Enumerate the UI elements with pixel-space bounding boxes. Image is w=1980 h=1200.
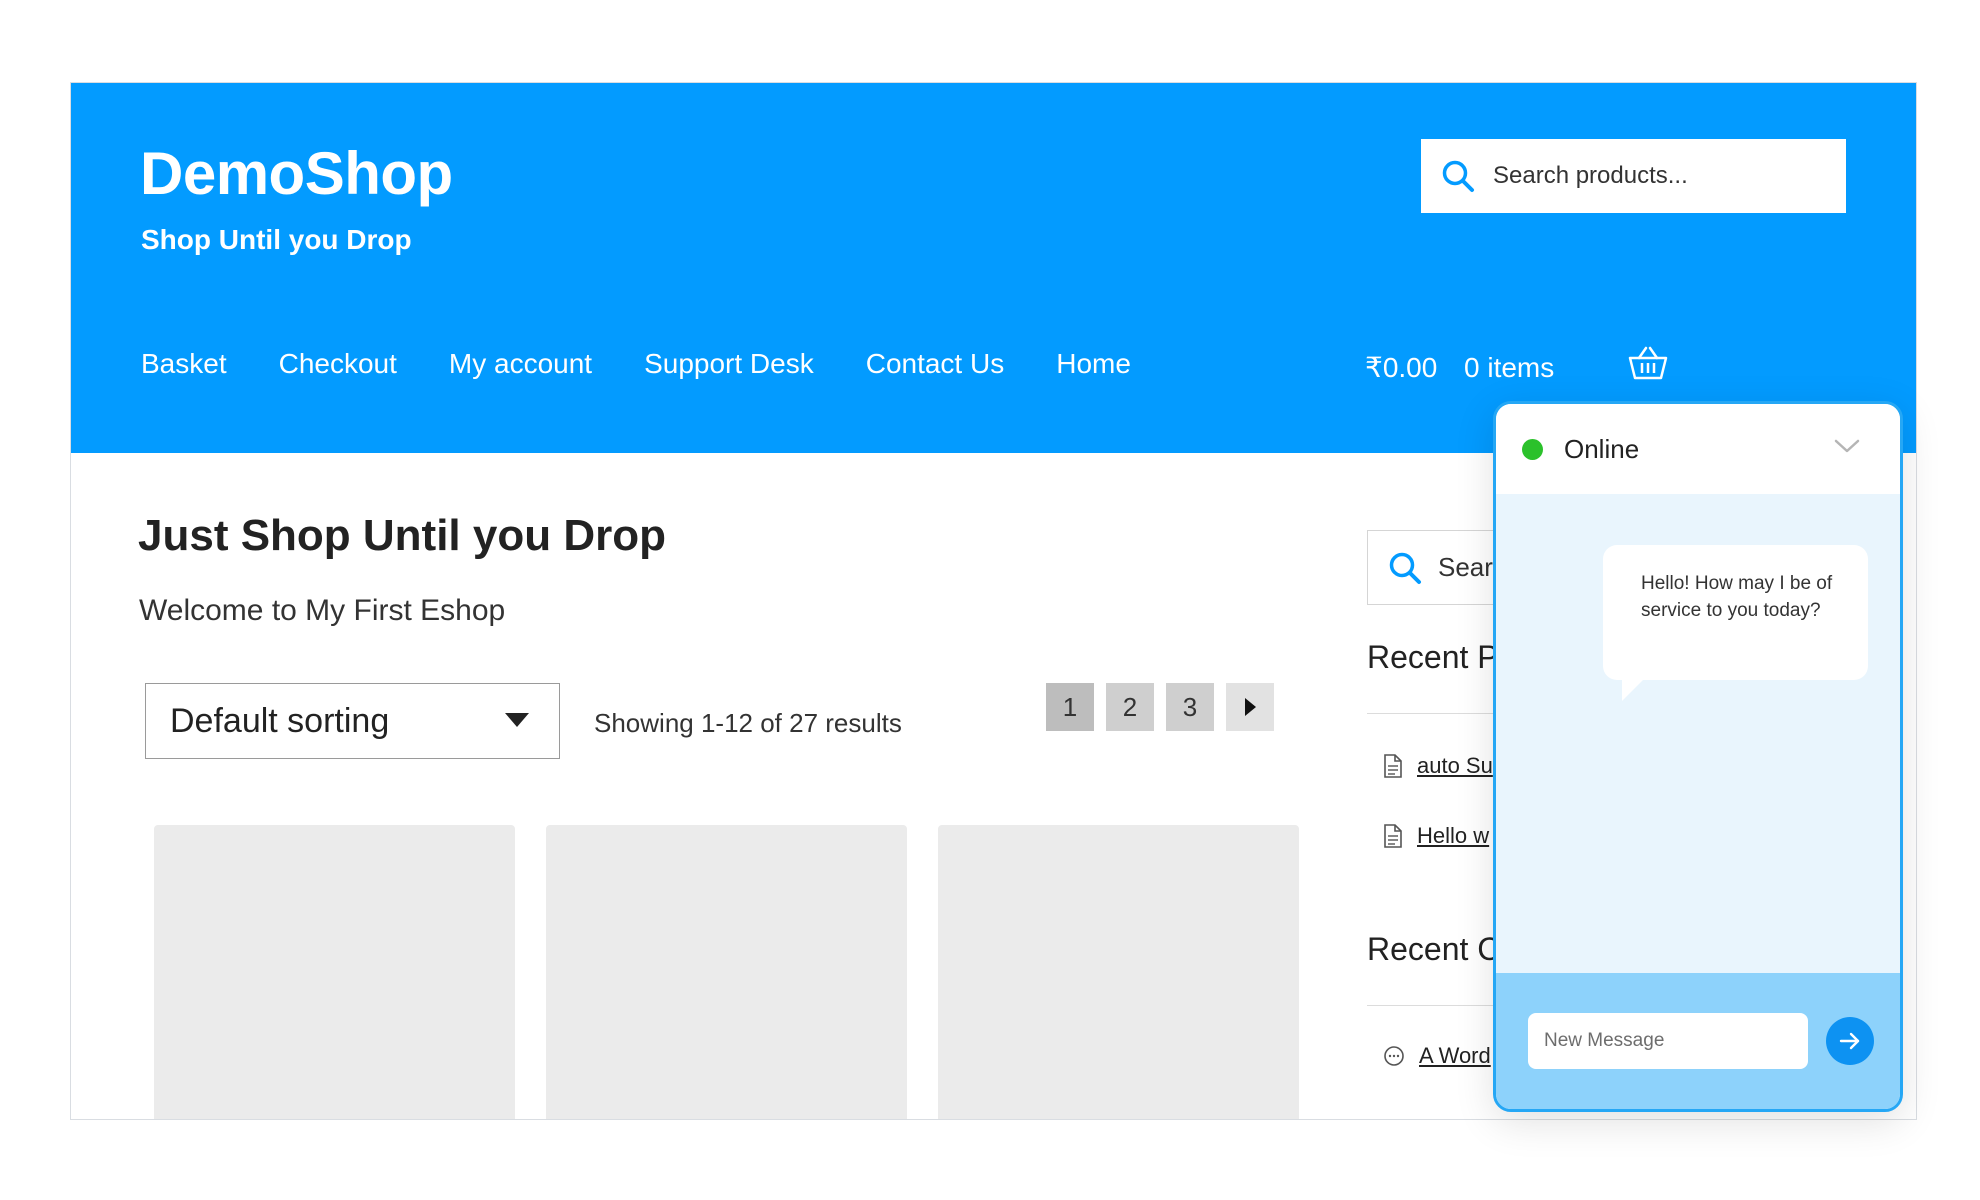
online-status-dot xyxy=(1522,438,1543,460)
chat-message-input[interactable] xyxy=(1528,1013,1808,1069)
chevron-down-icon[interactable] xyxy=(1834,438,1860,454)
next-page-button[interactable] xyxy=(1226,683,1274,731)
pagination: 1 2 3 xyxy=(1046,683,1286,731)
product-card-placeholder[interactable] xyxy=(546,825,907,1119)
result-count: Showing 1-12 of 27 results xyxy=(594,708,902,738)
recent-comment-item: A Word xyxy=(1383,1043,1491,1069)
sidebar-search-placeholder: Sear xyxy=(1438,552,1493,582)
chat-footer xyxy=(1496,973,1900,1109)
basket-icon[interactable] xyxy=(1627,345,1669,381)
site-tagline: Shop Until you Drop xyxy=(141,224,412,255)
nav-item-checkout[interactable]: Checkout xyxy=(279,348,397,380)
recent-posts-title: Recent P xyxy=(1367,639,1499,675)
page-2-button[interactable]: 2 xyxy=(1106,683,1154,731)
document-icon xyxy=(1384,824,1402,848)
play-arrow-icon xyxy=(1244,698,1256,716)
nav-item-support-desk[interactable]: Support Desk xyxy=(644,348,814,380)
comment-icon xyxy=(1384,1046,1404,1066)
search-icon xyxy=(1442,160,1474,192)
chat-status: Online xyxy=(1564,433,1640,464)
product-card-placeholder[interactable] xyxy=(154,825,515,1119)
nav-item-my-account[interactable]: My account xyxy=(449,348,592,380)
chat-widget: Online Hello! How may I be of service to… xyxy=(1493,401,1903,1112)
recent-comments-title: Recent C xyxy=(1367,931,1501,967)
search-icon xyxy=(1389,552,1421,584)
recent-post-link[interactable]: Hello w xyxy=(1417,823,1489,849)
product-card-placeholder[interactable] xyxy=(938,825,1299,1119)
page-1-button[interactable]: 1 xyxy=(1046,683,1094,731)
send-button[interactable] xyxy=(1826,1017,1874,1065)
recent-comment-link[interactable]: A Word xyxy=(1419,1043,1491,1069)
chat-bubble-tail xyxy=(1622,679,1644,701)
page-3-button[interactable]: 3 xyxy=(1166,683,1214,731)
arrow-right-icon xyxy=(1839,1032,1860,1050)
chat-message-bubble: Hello! How may I be of service to you to… xyxy=(1603,545,1868,680)
nav-item-contact-us[interactable]: Contact Us xyxy=(866,348,1005,380)
welcome-text: Welcome to My First Eshop xyxy=(139,594,506,627)
page-title: Just Shop Until you Drop xyxy=(138,511,666,560)
nav-item-home[interactable]: Home xyxy=(1056,348,1131,380)
recent-post-item: auto Su xyxy=(1383,753,1493,779)
chat-header[interactable]: Online xyxy=(1496,404,1900,494)
site-title[interactable]: DemoShop xyxy=(140,139,453,208)
header-search-box[interactable] xyxy=(1421,139,1846,213)
recent-post-link[interactable]: auto Su xyxy=(1417,753,1493,779)
recent-post-item: Hello w xyxy=(1383,823,1489,849)
product-search-input[interactable] xyxy=(1491,161,1815,191)
nav-item-basket[interactable]: Basket xyxy=(141,348,227,380)
cart-total[interactable]: ₹0.00 xyxy=(1365,351,1437,384)
sorting-select[interactable]: Default sorting xyxy=(145,683,560,759)
sorting-selected-value: Default sorting xyxy=(170,701,390,740)
main-navigation: Basket Checkout My account Support Desk … xyxy=(141,348,1183,380)
site-header: DemoShop Shop Until you Drop Basket Chec… xyxy=(71,83,1916,453)
chevron-down-icon xyxy=(505,713,529,727)
cart-item-count[interactable]: 0 items xyxy=(1464,352,1554,384)
document-icon xyxy=(1384,754,1402,778)
